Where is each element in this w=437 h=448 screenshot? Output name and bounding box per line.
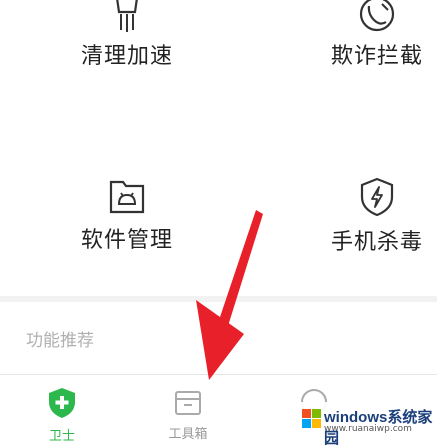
watermark-url: www.ruanaiwp.com	[324, 424, 412, 434]
windows-logo-icon	[302, 409, 322, 433]
watermark: windows系统家园 www.ruanaiwp.com	[296, 402, 437, 447]
annotation-arrow	[196, 210, 263, 380]
